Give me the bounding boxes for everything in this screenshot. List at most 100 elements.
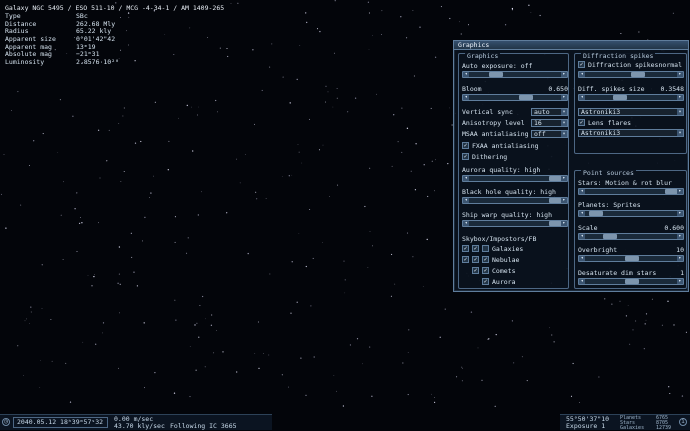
star-dot [333, 52, 335, 54]
slider-thumb[interactable] [489, 72, 503, 77]
slider-thumb[interactable] [625, 256, 639, 261]
slider-left-arrow-icon[interactable]: ◂ [463, 221, 469, 226]
diffraction-spikes-mode-slider[interactable]: ◂ ▸ [578, 71, 684, 78]
skybox-galaxies-checkbox-3[interactable]: ✓ [482, 245, 489, 252]
slider-thumb[interactable] [603, 234, 617, 239]
star-dot [174, 299, 176, 301]
star-dot [119, 283, 121, 285]
slider-right-arrow-icon[interactable]: ▸ [677, 72, 683, 77]
graphics-window-title[interactable]: Graphics [454, 41, 688, 50]
skybox-galaxies-checkbox-2[interactable]: ✓ [472, 245, 479, 252]
overbright-slider[interactable]: ◂ ▸ [578, 255, 684, 262]
star-dot [25, 318, 27, 320]
ship-warp-quality-slider[interactable]: ◂ ▸ [462, 220, 568, 227]
skybox-aurora-checkbox[interactable]: ✓ [482, 278, 489, 285]
slider-left-arrow-icon[interactable]: ◂ [579, 256, 585, 261]
status-bar-left: ◷ 2040.05.12 18ʰ39ᵐ57ˢ32 0.00 m/sec 43.7… [0, 414, 272, 430]
slider-right-arrow-icon[interactable]: ▸ [677, 189, 683, 194]
star-dot [367, 1, 370, 3]
slider-right-arrow-icon[interactable]: ▸ [677, 211, 683, 216]
star-dot [400, 16, 402, 18]
slider-right-arrow-icon[interactable]: ▸ [677, 234, 683, 239]
spikes-size-slider[interactable]: ◂ ▸ [578, 94, 684, 101]
diffraction-spikes-checkbox[interactable]: ✓ [578, 61, 585, 68]
star-dot [461, 380, 463, 382]
skybox-nebulae-checkbox-2[interactable]: ✓ [472, 256, 479, 263]
star-dot [265, 198, 267, 199]
msaa-select[interactable]: off ▾ [531, 130, 568, 138]
skybox-comets-checkbox-1[interactable]: ✓ [472, 267, 479, 274]
star-dot [434, 397, 435, 398]
star-dot [322, 144, 324, 146]
slider-thumb[interactable] [519, 95, 533, 100]
slider-right-arrow-icon[interactable]: ▸ [561, 72, 567, 77]
star-dot [206, 37, 208, 38]
slider-left-arrow-icon[interactable]: ◂ [579, 95, 585, 100]
star-dot [143, 322, 145, 324]
black-hole-quality-slider[interactable]: ◂ ▸ [462, 197, 568, 204]
star-dot [59, 99, 61, 101]
star-dot [195, 369, 197, 371]
star-dot [118, 273, 120, 275]
star-dot [511, 7, 514, 10]
slider-thumb[interactable] [589, 211, 603, 216]
star-dot [168, 140, 170, 142]
slider-thumb[interactable] [631, 72, 645, 77]
slider-thumb[interactable] [625, 279, 639, 284]
star-dot [661, 324, 663, 326]
star-dot [511, 9, 513, 11]
aurora-quality-slider[interactable]: ◂ ▸ [462, 175, 568, 182]
slider-right-arrow-icon[interactable]: ▸ [561, 176, 567, 181]
star-dot [604, 298, 606, 300]
star-dot [644, 323, 646, 325]
fxaa-checkbox[interactable]: ✓ [462, 142, 469, 149]
slider-left-arrow-icon[interactable]: ◂ [463, 198, 469, 203]
slider-left-arrow-icon[interactable]: ◂ [579, 234, 585, 239]
time-control-icon[interactable]: ◷ [2, 418, 10, 426]
slider-right-arrow-icon[interactable]: ▸ [561, 198, 567, 203]
skybox-nebulae-checkbox-1[interactable]: ✓ [462, 256, 469, 263]
info-icon[interactable]: i [679, 418, 687, 426]
slider-left-arrow-icon[interactable]: ◂ [463, 72, 469, 77]
star-dot [461, 367, 463, 369]
desaturate-label: Desaturate dim stars [578, 269, 657, 277]
planets-mode-slider[interactable]: ◂ ▸ [578, 210, 684, 217]
vertical-sync-select[interactable]: auto ▾ [531, 108, 568, 116]
slider-right-arrow-icon[interactable]: ▸ [561, 221, 567, 226]
slider-left-arrow-icon[interactable]: ◂ [579, 211, 585, 216]
skybox-label: Skybox/Impostors/FB [462, 235, 537, 243]
lens-flares-checkbox[interactable]: ✓ [578, 119, 585, 126]
star-dot [390, 295, 392, 297]
star-dot [128, 16, 130, 18]
slider-left-arrow-icon[interactable]: ◂ [463, 176, 469, 181]
skybox-nebulae-checkbox-3[interactable]: ✓ [482, 256, 489, 263]
star-dot [528, 4, 530, 6]
slider-thumb[interactable] [613, 95, 627, 100]
slider-right-arrow-icon[interactable]: ▸ [677, 95, 683, 100]
slider-right-arrow-icon[interactable]: ▸ [561, 95, 567, 100]
lens-flares-preset-select[interactable]: Astroniki3 ▾ [578, 129, 684, 137]
desaturate-slider[interactable]: ◂ ▸ [578, 278, 684, 285]
date-time-field[interactable]: 2040.05.12 18ʰ39ᵐ57ˢ32 [13, 417, 108, 428]
slider-left-arrow-icon[interactable]: ◂ [579, 189, 585, 194]
slider-left-arrow-icon[interactable]: ◂ [463, 95, 469, 100]
star-dot [0, 193, 2, 195]
slider-left-arrow-icon[interactable]: ◂ [579, 279, 585, 284]
scale-slider[interactable]: ◂ ▸ [578, 233, 684, 240]
anisotropy-select[interactable]: 16 ▾ [531, 119, 568, 127]
star-dot [391, 165, 393, 167]
star-dot [391, 253, 393, 255]
star-dot [329, 195, 330, 197]
stars-mode-slider[interactable]: ◂ ▸ [578, 188, 684, 195]
star-dot [669, 392, 671, 395]
bloom-slider[interactable]: ◂ ▸ [462, 94, 568, 101]
slider-left-arrow-icon[interactable]: ◂ [579, 72, 585, 77]
skybox-galaxies-checkbox-1[interactable]: ✓ [462, 245, 469, 252]
star-dot [579, 402, 581, 403]
spikes-preset-select[interactable]: Astroniki3 ▾ [578, 108, 684, 116]
dithering-checkbox[interactable]: ✓ [462, 153, 469, 160]
auto-exposure-slider[interactable]: ◂ ▸ [462, 71, 568, 78]
skybox-comets-checkbox-2[interactable]: ✓ [482, 267, 489, 274]
slider-right-arrow-icon[interactable]: ▸ [677, 279, 683, 284]
slider-right-arrow-icon[interactable]: ▸ [677, 256, 683, 261]
